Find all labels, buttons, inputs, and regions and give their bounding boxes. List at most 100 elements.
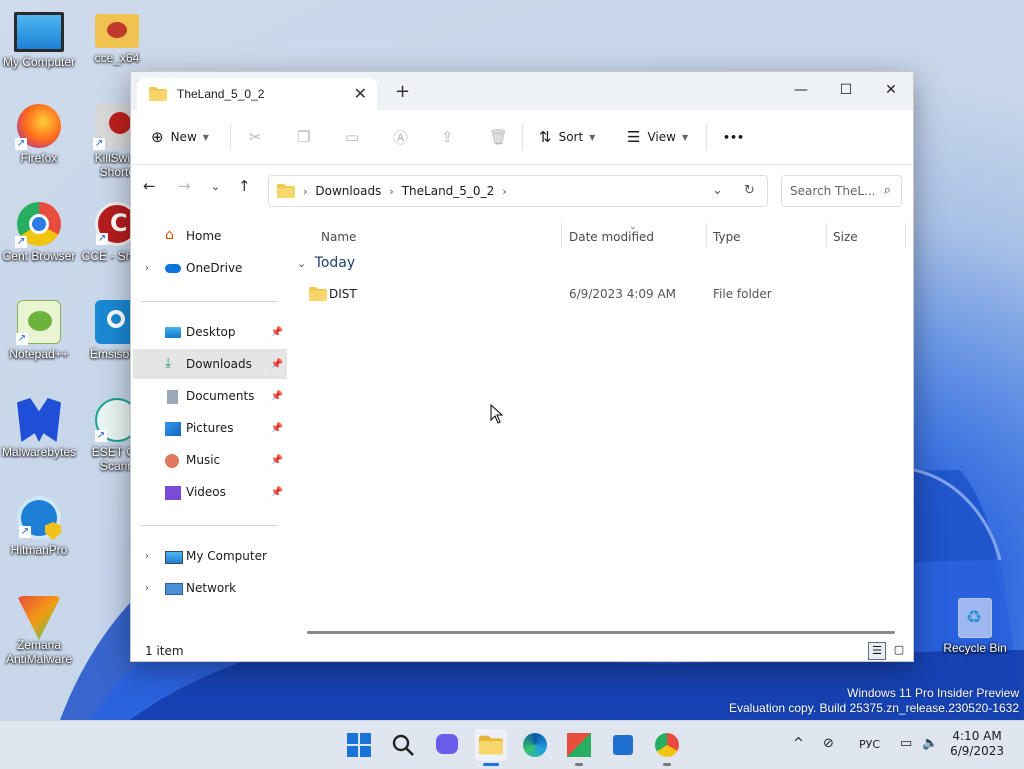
picture-icon <box>165 422 181 436</box>
network-icon <box>165 583 183 595</box>
minimize-button[interactable]: — <box>778 76 824 104</box>
delete-button[interactable]: 🗑 <box>489 124 515 150</box>
table-row[interactable]: DIST 6/9/2023 4:09 AM File folder <box>301 281 901 307</box>
close-tab-icon[interactable]: ✕ <box>354 84 367 103</box>
close-window-button[interactable]: ✕ <box>868 76 914 104</box>
sidebar-item-pictures[interactable]: Pictures 📌 <box>133 413 287 443</box>
breadcrumb-separator-icon: › <box>502 184 507 198</box>
firefox-icon: ↗ <box>15 104 61 150</box>
file-list[interactable]: Name ⌄ Date modified Type Size ⌄ Today D… <box>291 215 913 627</box>
chevron-down-icon: ▼ <box>202 132 209 142</box>
sidebar-item-documents[interactable]: Documents 📌 <box>133 381 287 411</box>
collapse-chevron-icon: ⌄ <box>297 257 307 270</box>
taskbar-cent-browser[interactable] <box>651 729 683 766</box>
new-button[interactable]: ⊕ New ▼ <box>151 124 209 150</box>
horizontal-scrollbar[interactable] <box>307 631 895 634</box>
pin-icon[interactable]: 📌 <box>271 359 283 370</box>
desktop-icon-hitmanpro[interactable]: ↗ HitmanPro <box>0 496 78 557</box>
pin-icon[interactable]: 📌 <box>271 423 283 434</box>
taskbar: ^ ⊘ РУС ▭ 🔈 4:10 AM 6/9/2023 <box>0 720 1024 769</box>
expand-chevron-icon[interactable]: › <box>145 583 149 594</box>
app-grid-icon <box>567 733 591 757</box>
navigation-bar: ← → ⌄ ↑ › Downloads › TheLand_5_0_2 › ⌄ … <box>131 165 913 213</box>
search-box[interactable]: Search TheL... ⌕ <box>781 175 902 207</box>
display-icon[interactable]: ▭ <box>900 736 912 751</box>
breadcrumb-theland[interactable]: TheLand_5_0_2 <box>402 184 494 198</box>
desktop-icon-firefox[interactable]: ↗ Firefox <box>0 104 78 165</box>
desktop-icon-my-computer[interactable]: My Computer <box>0 8 78 69</box>
desktop-icon-cce-x64[interactable]: cce_x64 <box>78 8 156 65</box>
forward-arrow-icon[interactable]: → <box>178 177 191 195</box>
taskbar-app-grid[interactable] <box>563 729 595 766</box>
network-status-icon[interactable]: ⊘ <box>823 736 834 751</box>
sidebar-item-network[interactable]: › Network <box>133 573 287 603</box>
rename-button[interactable]: Ⓐ <box>393 124 415 150</box>
copy-button[interactable]: ❐ <box>297 124 317 150</box>
chat-button[interactable] <box>431 729 463 761</box>
sidebar-item-onedrive[interactable]: › OneDrive <box>133 253 287 283</box>
taskbar-store[interactable] <box>607 729 639 761</box>
sidebar-item-desktop[interactable]: Desktop 📌 <box>133 317 287 347</box>
view-button[interactable]: ☰ View ▼ <box>627 124 688 150</box>
paste-button[interactable]: ▭ <box>345 124 366 150</box>
tiles-view-icon[interactable]: ▢ <box>890 642 908 660</box>
desktop-icon-recycle-bin[interactable]: ♻ Recycle Bin <box>936 598 1014 655</box>
shortcut-arrow-icon: ↗ <box>95 430 107 442</box>
view-lines-icon: ☰ <box>627 128 641 146</box>
document-icon <box>167 390 178 404</box>
search-button[interactable] <box>387 729 419 761</box>
tab-theland[interactable]: TheLand_5_0_2 ✕ <box>137 78 377 110</box>
details-view-icon[interactable]: ☰ <box>868 642 886 660</box>
address-bar[interactable]: › Downloads › TheLand_5_0_2 › ⌄ ↻ <box>268 175 768 207</box>
title-bar[interactable]: TheLand_5_0_2 ✕ + — ☐ ✕ <box>131 72 913 110</box>
volume-icon[interactable]: 🔈 <box>922 736 938 751</box>
file-explorer-window[interactable]: TheLand_5_0_2 ✕ + — ☐ ✕ ⊕ New ▼ ✂ ❐ ▭ Ⓐ … <box>130 71 914 662</box>
pin-icon[interactable]: 📌 <box>271 391 283 402</box>
column-header-name[interactable]: Name <box>321 223 356 251</box>
column-header-size[interactable]: Size <box>833 223 858 251</box>
input-language[interactable]: РУС <box>859 738 880 751</box>
expand-chevron-icon[interactable]: › <box>145 263 149 274</box>
address-dropdown-icon[interactable]: ⌄ <box>712 183 723 198</box>
pin-icon[interactable]: 📌 <box>271 487 283 498</box>
show-hidden-icons-chevron[interactable]: ^ <box>793 736 804 751</box>
home-icon: ⌂ <box>165 227 174 243</box>
sidebar-item-downloads[interactable]: ⤓ Downloads 📌 <box>133 349 287 379</box>
pin-icon[interactable]: 📌 <box>271 455 283 466</box>
sort-button[interactable]: ⇅ Sort ▼ <box>539 124 595 150</box>
group-header-today[interactable]: ⌄ Today <box>297 255 355 271</box>
start-button[interactable] <box>343 729 375 761</box>
search-placeholder: Search TheL... <box>790 184 876 198</box>
system-clock[interactable]: 4:10 AM 6/9/2023 <box>950 729 1004 759</box>
desktop-icon-notepad-plus[interactable]: ↗ Notepad++ <box>0 300 78 361</box>
cut-button[interactable]: ✂ <box>249 124 269 150</box>
sidebar-item-music[interactable]: Music 📌 <box>133 445 287 475</box>
expand-chevron-icon[interactable]: › <box>145 551 149 562</box>
desktop-icon-cent-browser[interactable]: ↗ Cent Browser <box>0 202 78 263</box>
taskbar-edge[interactable] <box>519 729 551 761</box>
file-date: 6/9/2023 4:09 AM <box>569 287 677 301</box>
desktop-icon-malwarebytes[interactable]: Malwarebytes <box>0 398 78 459</box>
up-arrow-icon[interactable]: ↑ <box>238 177 251 195</box>
rename-icon: Ⓐ <box>393 128 409 147</box>
taskbar-file-explorer[interactable] <box>475 729 507 766</box>
search-icon: ⌕ <box>883 183 891 198</box>
column-header-type[interactable]: Type <box>713 223 741 251</box>
sidebar-item-my-computer[interactable]: › My Computer <box>133 541 287 571</box>
pin-icon[interactable]: 📌 <box>271 327 283 338</box>
desktop-icon-zemana[interactable]: Zemana AntiMalware <box>0 596 78 666</box>
share-button[interactable]: ⇪ <box>441 124 461 150</box>
back-arrow-icon[interactable]: ← <box>143 177 156 195</box>
more-options-button[interactable]: ••• <box>723 124 744 150</box>
refresh-icon[interactable]: ↻ <box>744 183 755 198</box>
column-header-date-modified[interactable]: Date modified <box>569 223 654 251</box>
sidebar-item-videos[interactable]: Videos 📌 <box>133 477 287 507</box>
new-tab-button[interactable]: + <box>395 81 410 102</box>
status-bar: 1 item ☰ ▢ <box>131 640 913 662</box>
recent-locations-chevron-icon[interactable]: ⌄ <box>211 180 220 193</box>
sidebar-item-home[interactable]: ⌂ Home <box>133 221 287 251</box>
desktop-icon <box>165 327 181 338</box>
breadcrumb-downloads[interactable]: Downloads <box>315 184 381 198</box>
malwarebytes-icon <box>17 398 61 442</box>
maximize-button[interactable]: ☐ <box>823 76 869 104</box>
